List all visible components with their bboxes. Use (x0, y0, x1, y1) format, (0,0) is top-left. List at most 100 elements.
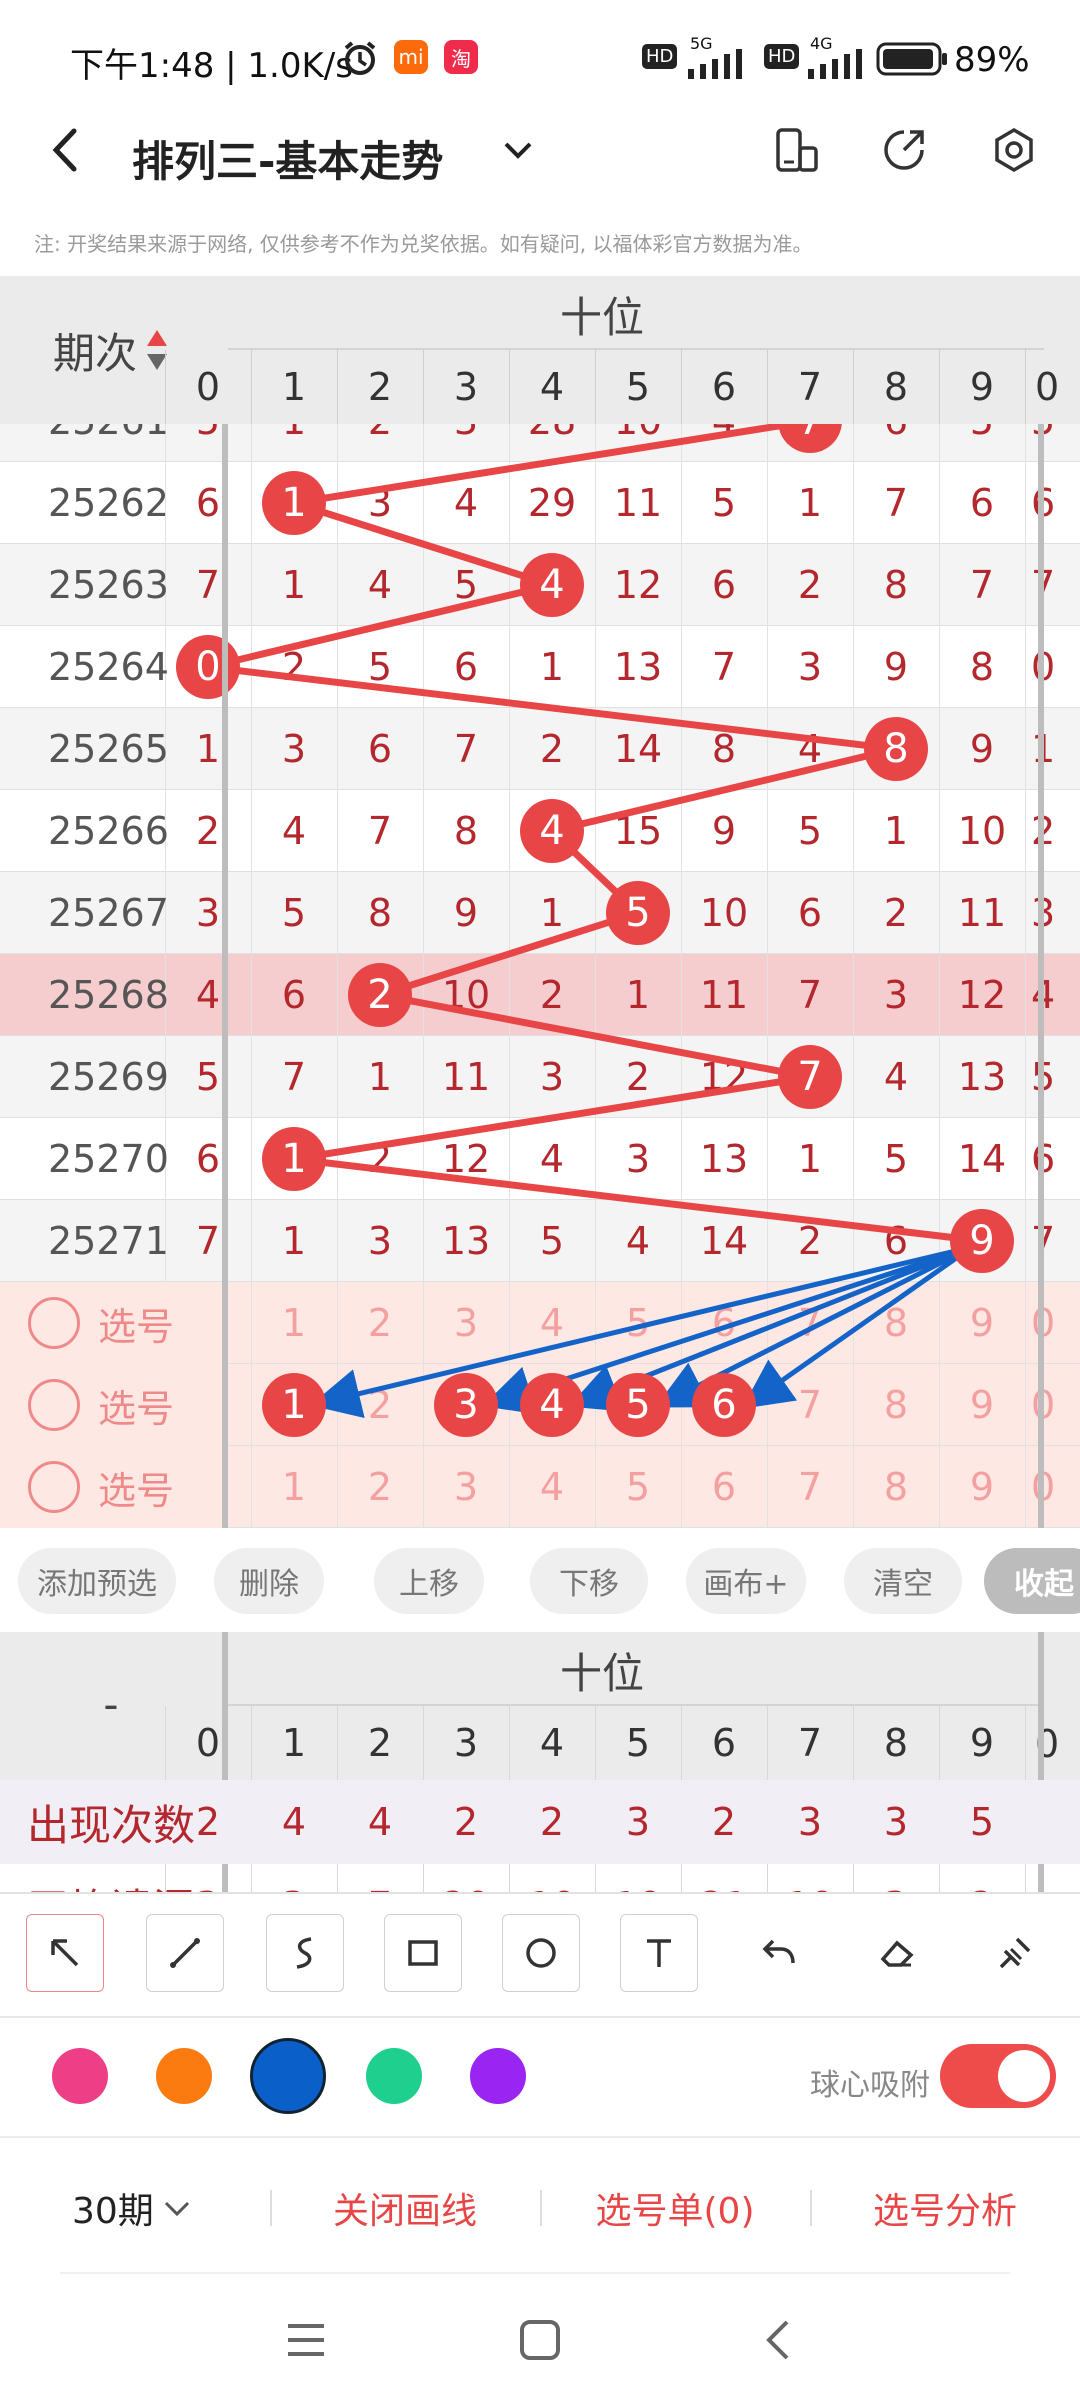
omission-cell: 2 (883, 891, 909, 935)
pick-row-label[interactable]: 选号 (0, 1282, 222, 1364)
stats-digit-header: 4 (539, 1721, 565, 1765)
pick-digit[interactable]: 8 (853, 1364, 939, 1446)
add-preselect-button[interactable]: 添加预选 (18, 1548, 176, 1614)
broom-button[interactable] (976, 1914, 1054, 1992)
system-menu-button[interactable] (276, 2310, 336, 2370)
period-label: 25261 (0, 424, 222, 462)
circle-tool-button[interactable] (502, 1914, 580, 1992)
chevron-down-icon (164, 2201, 189, 2217)
pick-row-label[interactable]: 选号 (0, 1446, 222, 1528)
eraser-button[interactable] (858, 1914, 936, 1992)
share-button[interactable] (874, 120, 934, 180)
settings-button[interactable] (984, 120, 1044, 180)
undo-button[interactable] (740, 1914, 818, 1992)
color-swatch[interactable] (52, 2048, 108, 2104)
appear-count: 2 (539, 1800, 565, 1844)
pick-digit[interactable]: 7 (767, 1282, 853, 1364)
pick-digit[interactable]: 2 (337, 1446, 423, 1528)
pick-digit[interactable]: 4 (509, 1446, 595, 1528)
omission-cell: 13 (441, 1219, 491, 1263)
close-lines-button[interactable]: 关闭画线 (300, 2178, 510, 2238)
pick-digit[interactable]: 9 (939, 1364, 1025, 1446)
omission-cell: 8 (711, 727, 737, 771)
picked-ball[interactable]: 3 (434, 1373, 498, 1437)
delete-button[interactable]: 删除 (214, 1548, 324, 1614)
radio-circle-icon[interactable] (28, 1461, 80, 1513)
title-dropdown-button[interactable] (488, 120, 548, 180)
pick-digit[interactable]: 6 (681, 1446, 767, 1528)
disclaimer-note: 注: 开奖结果来源于网络, 仅供参考不作为兑奖依据。如有疑问, 以福体彩官方数据… (34, 232, 813, 256)
pick-digit[interactable]: 2 (337, 1364, 423, 1446)
snap-toggle[interactable] (940, 2044, 1056, 2108)
line-tool-button[interactable] (146, 1914, 224, 1992)
pick-digit[interactable]: 3 (423, 1282, 509, 1364)
rect-tool-button[interactable] (384, 1914, 462, 1992)
pick-digit[interactable]: 9 (939, 1282, 1025, 1364)
pick-digit[interactable]: 7 (767, 1446, 853, 1528)
color-swatch[interactable] (366, 2048, 422, 2104)
pick-digit[interactable]: 8 (853, 1282, 939, 1364)
omission-cell: 1 (539, 891, 565, 935)
status-time: 下午1:48 | 1.0K/s (70, 46, 353, 86)
rotate-screen-button[interactable] (766, 120, 826, 180)
move-up-button[interactable]: 上移 (374, 1548, 484, 1614)
picked-ball[interactable]: 1 (262, 1373, 326, 1437)
omission-cell: 11 (957, 891, 1007, 935)
omission-cell: 4 (453, 481, 479, 525)
pick-row-label[interactable]: 选号 (0, 1364, 222, 1446)
omission-cell: 11 (699, 973, 749, 1017)
stats-digit-header: 3 (453, 1721, 479, 1765)
pick-list-button[interactable]: 选号单(0) (570, 2178, 780, 2238)
move-down-button[interactable]: 下移 (530, 1548, 648, 1614)
pick-digit[interactable]: 2 (337, 1282, 423, 1364)
canvas-plus-button[interactable]: 画布+ (686, 1548, 806, 1614)
curve-tool-button[interactable] (266, 1914, 344, 1992)
pick-digit[interactable]: 1 (251, 1446, 337, 1528)
omission-cell: 12 (441, 1137, 491, 1181)
color-swatch[interactable] (250, 2038, 326, 2114)
omission-cell: 6 (969, 481, 995, 525)
omission-cell-partial: 0 (1031, 626, 1061, 708)
system-home-button[interactable] (510, 2310, 570, 2370)
omission-cell: 10 (441, 973, 491, 1017)
pick-analysis-button[interactable]: 选号分析 (840, 2178, 1050, 2238)
omission-cell: 2 (367, 1137, 393, 1181)
omission-cell: 12 (699, 1055, 749, 1099)
hit-ball: 2 (348, 963, 412, 1027)
back-button[interactable] (36, 120, 96, 180)
pick-digit[interactable]: 6 (681, 1282, 767, 1364)
period-count-selector[interactable]: 30期 (72, 2178, 212, 2238)
radio-circle-icon[interactable] (28, 1297, 80, 1349)
header-col-line (939, 350, 940, 424)
page-title[interactable]: 排列三-基本走势 (132, 128, 443, 189)
pick-digit[interactable]: 4 (509, 1282, 595, 1364)
pick-digit[interactable]: 9 (939, 1446, 1025, 1528)
picked-ball[interactable]: 6 (692, 1373, 756, 1437)
omission-cell: 8 (883, 563, 909, 607)
picked-ball[interactable]: 4 (520, 1373, 584, 1437)
pick-digit[interactable]: 3 (423, 1446, 509, 1528)
pick-digit[interactable]: 7 (767, 1364, 853, 1446)
arrow-tool-button[interactable] (26, 1914, 104, 1992)
appear-count: 4 (281, 1800, 307, 1844)
clear-button[interactable]: 清空 (844, 1548, 962, 1614)
pick-digit[interactable]: 1 (251, 1282, 337, 1364)
radio-circle-icon[interactable] (28, 1379, 80, 1431)
app-icon-mi: mi (394, 40, 428, 74)
pick-digit-partial: 0 (1031, 1282, 1061, 1364)
picked-ball[interactable]: 5 (606, 1373, 670, 1437)
color-swatch[interactable] (156, 2048, 212, 2104)
system-back-button[interactable] (748, 2310, 808, 2370)
omission-cell: 3 (539, 1055, 565, 1099)
collapse-button[interactable]: 收起 (984, 1548, 1080, 1614)
appear-count: 3 (797, 1800, 823, 1844)
pick-digit[interactable]: 5 (595, 1446, 681, 1528)
omission-cell: 15 (613, 809, 663, 853)
omission-cell: 2 (281, 645, 307, 689)
pick-digit[interactable]: 5 (595, 1282, 681, 1364)
line-tool-icon (170, 1938, 200, 1968)
pick-digit[interactable]: 8 (853, 1446, 939, 1528)
text-tool-button[interactable] (620, 1914, 698, 1992)
period-label: 25269 (48, 1055, 169, 1099)
color-swatch[interactable] (470, 2048, 526, 2104)
